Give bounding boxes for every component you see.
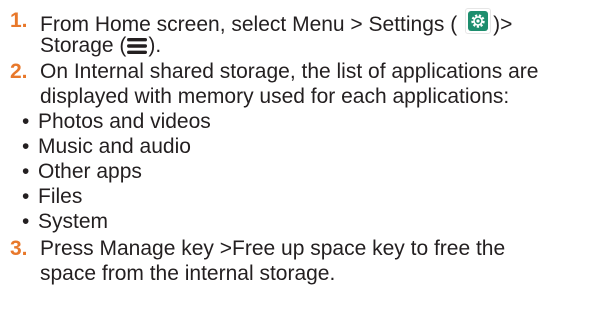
step-line: From Home screen, select Menu > Settings…: [40, 8, 613, 36]
list-item-label: Files: [38, 185, 83, 208]
step-number: 1.: [10, 9, 28, 32]
list-item-label: System: [38, 210, 109, 233]
bullet: •: [22, 110, 30, 133]
step-text: )>: [493, 13, 513, 36]
list-item: • Music and audio: [22, 134, 422, 159]
step-number: 2.: [10, 60, 28, 83]
bullet: •: [22, 185, 30, 208]
step-text: ).: [148, 34, 162, 57]
list-item-label: Other apps: [38, 160, 142, 183]
step-number: 3.: [10, 237, 28, 260]
list-item: • Other apps: [22, 159, 422, 184]
step-line: Storage ( ).: [40, 33, 613, 58]
settings-gear-icon: [465, 8, 492, 34]
step-body: Press Manage key >Free up space key to f…: [40, 236, 613, 286]
step-line: Press Manage key >Free up space key to f…: [40, 237, 506, 260]
list-item-label: Music and audio: [38, 135, 191, 158]
step-body: From Home screen, select Menu > Settings…: [40, 8, 613, 58]
bullet: •: [22, 210, 30, 233]
list-item: • System: [22, 209, 422, 234]
list-item: • Photos and videos: [22, 109, 422, 134]
step-line: On Internal shared storage, the list of …: [40, 60, 539, 83]
instructions-document: 1. From Home screen, select Menu > Setti…: [0, 0, 613, 332]
bullet: •: [22, 135, 30, 158]
storage-category-list: • Photos and videos • Music and audio • Oth…: [22, 109, 422, 234]
bullet: •: [22, 160, 30, 183]
hamburger-menu-icon: [127, 35, 148, 60]
step-line: displayed with memory used for each appl…: [40, 85, 510, 108]
step-line: space from the internal storage.: [40, 262, 336, 285]
step-body: On Internal shared storage, the list of …: [40, 59, 613, 109]
list-item: • Files: [22, 184, 422, 209]
step-text: Storage (: [40, 34, 127, 57]
list-item-label: Photos and videos: [38, 110, 211, 133]
